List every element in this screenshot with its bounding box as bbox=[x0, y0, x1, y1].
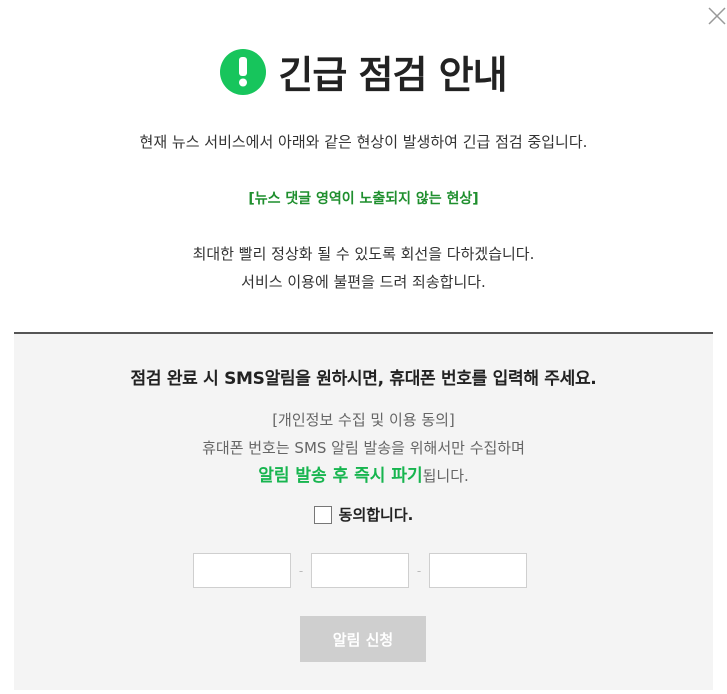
phone-separator: - bbox=[416, 563, 422, 578]
close-icon bbox=[708, 7, 726, 25]
privacy-title: [개인정보 수집 및 이용 동의] bbox=[272, 411, 455, 429]
sms-heading: 점검 완료 시 SMS알림을 원하시면, 휴대폰 번호를 입력해 주세요. bbox=[130, 369, 597, 389]
submit-alert-button[interactable]: 알림 신청 bbox=[300, 616, 426, 662]
agree-label[interactable]: 동의합니다. bbox=[339, 504, 414, 525]
apology-line-1: 최대한 빨리 정상화 될 수 있도록 회선을 다하겠습니다. bbox=[192, 245, 535, 263]
phone-input-1[interactable] bbox=[193, 553, 291, 588]
title-row: 긴급 점검 안내 bbox=[0, 44, 727, 99]
privacy-suffix: 됩니다. bbox=[422, 467, 469, 485]
privacy-highlight: 알림 발송 후 즉시 파기 bbox=[258, 466, 423, 486]
agree-row: 동의합니다. bbox=[14, 504, 713, 525]
agree-checkbox[interactable] bbox=[313, 505, 332, 524]
page-title: 긴급 점검 안내 bbox=[278, 53, 507, 97]
close-button[interactable] bbox=[701, 2, 727, 28]
sms-panel: 점검 완료 시 SMS알림을 원하시면, 휴대폰 번호를 입력해 주세요. [개… bbox=[14, 334, 713, 690]
apology-line-2: 서비스 이용에 불편을 드려 죄송합니다. bbox=[241, 273, 486, 291]
issue-text: [뉴스 댓글 영역이 노출되지 않는 현상] bbox=[248, 191, 479, 207]
privacy-disposal-line: 알림 발송 후 즉시 파기됩니다. bbox=[14, 461, 713, 486]
notice-description: 현재 뉴스 서비스에서 아래와 같은 현상이 발생하여 긴급 점검 중입니다. bbox=[139, 133, 588, 151]
phone-input-2[interactable] bbox=[311, 553, 409, 588]
exclamation-circle-icon bbox=[220, 48, 267, 95]
phone-input-3[interactable] bbox=[429, 553, 527, 588]
phone-separator: - bbox=[298, 563, 304, 578]
phone-input-row: - - bbox=[193, 553, 527, 588]
privacy-line: 휴대폰 번호는 SMS 알림 발송을 위해서만 수집하며 bbox=[202, 439, 525, 457]
